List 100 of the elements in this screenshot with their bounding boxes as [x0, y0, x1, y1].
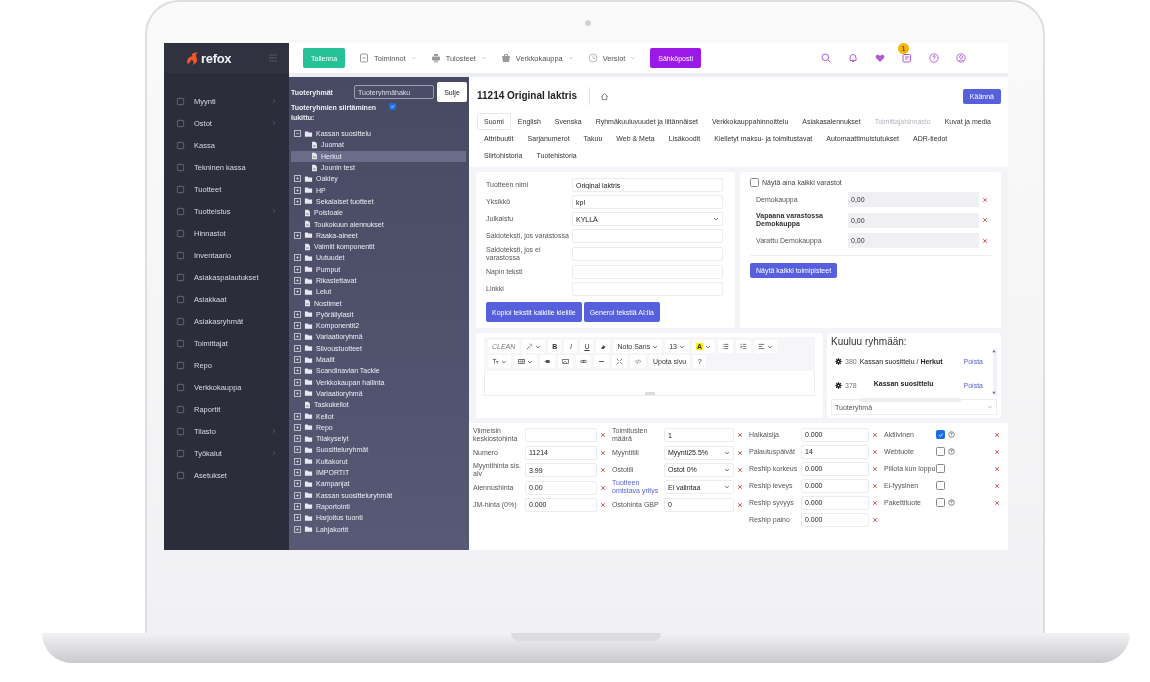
clear-icon[interactable]: [872, 499, 878, 506]
image-button[interactable]: [558, 355, 573, 368]
bullet-list-button[interactable]: [718, 340, 733, 353]
expand-toggle[interactable]: [294, 231, 301, 239]
expand-toggle[interactable]: [294, 333, 301, 341]
plus-icon: [295, 198, 300, 204]
expand-toggle[interactable]: [294, 175, 301, 183]
checkbox[interactable]: [936, 430, 945, 439]
plus-icon: [295, 255, 300, 261]
caret-icon: [724, 449, 730, 456]
expand-toggle[interactable]: [294, 491, 301, 499]
clear-icon[interactable]: [737, 432, 743, 438]
checkbox[interactable]: [936, 481, 945, 490]
expand-toggle[interactable]: [294, 197, 301, 205]
checkbox[interactable]: [750, 178, 759, 187]
link-button[interactable]: [576, 355, 591, 368]
clear-icon[interactable]: [994, 482, 1000, 489]
search-icon[interactable]: [821, 53, 831, 63]
gear-icon[interactable]: [835, 358, 842, 365]
clear-icon[interactable]: [737, 466, 743, 473]
expand-toggle[interactable]: [294, 412, 301, 420]
file-icon: [304, 299, 311, 308]
text-size-dropdown[interactable]: [488, 355, 511, 368]
help-icon[interactable]: [948, 499, 955, 506]
help-icon[interactable]: [948, 431, 955, 438]
home-icon[interactable]: [600, 91, 610, 101]
expand-toggle[interactable]: [294, 457, 301, 465]
expand-toggle[interactable]: [294, 356, 301, 364]
clear-icon[interactable]: [982, 217, 988, 223]
clear-icon[interactable]: [994, 431, 1000, 438]
caret-icon: [724, 484, 730, 490]
expand-toggle[interactable]: [294, 469, 301, 477]
lock-checkbox[interactable]: [389, 103, 396, 110]
clear-icon[interactable]: [994, 499, 1000, 506]
clear-icon[interactable]: [982, 196, 988, 203]
expand-toggle[interactable]: [294, 446, 301, 454]
clear-icon[interactable]: [872, 516, 878, 523]
expand-toggle[interactable]: [294, 288, 301, 296]
link-icon: [580, 358, 587, 365]
checkbox[interactable]: [936, 498, 945, 507]
clear-icon[interactable]: [994, 465, 1000, 472]
heart-icon[interactable]: [875, 53, 885, 63]
checkbox[interactable]: [936, 464, 945, 473]
expand-toggle[interactable]: [294, 389, 301, 397]
expand-toggle[interactable]: [294, 344, 301, 352]
clear-icon[interactable]: [872, 431, 878, 438]
expand-toggle[interactable]: [294, 186, 301, 194]
expand-toggle[interactable]: [294, 322, 301, 330]
square-icon: [176, 250, 185, 260]
notes-icon[interactable]: [902, 53, 912, 63]
clear-icon[interactable]: [737, 484, 743, 490]
fullscreen-button[interactable]: [612, 355, 627, 368]
clear-icon[interactable]: [737, 449, 743, 456]
expand-toggle[interactable]: [294, 310, 301, 318]
code-view-button[interactable]: [630, 355, 646, 368]
clear-icon[interactable]: [600, 501, 606, 508]
gear-icon[interactable]: [835, 381, 842, 389]
expand-toggle[interactable]: [294, 525, 301, 533]
clear-icon[interactable]: [872, 448, 878, 455]
clear-icon[interactable]: [872, 482, 878, 489]
bell-icon[interactable]: [848, 53, 858, 63]
expand-toggle[interactable]: [294, 502, 301, 510]
minus-icon: [295, 131, 300, 137]
expand-toggle[interactable]: [294, 254, 301, 262]
clear-icon[interactable]: [600, 432, 606, 438]
help-icon[interactable]: [929, 53, 939, 63]
video-button[interactable]: [540, 355, 555, 368]
expand-toggle[interactable]: [294, 367, 301, 375]
clear-icon[interactable]: [994, 448, 1000, 455]
caret-icon: [705, 343, 711, 350]
help-icon[interactable]: [948, 448, 955, 455]
expand-toggle[interactable]: [294, 277, 301, 284]
clear-icon[interactable]: [872, 465, 878, 472]
plus-icon: [295, 323, 300, 329]
numbered-list-button[interactable]: [736, 340, 751, 353]
expand-toggle[interactable]: [294, 435, 301, 443]
align-dropdown[interactable]: [754, 340, 777, 353]
plus-icon: [295, 176, 300, 182]
expand-toggle[interactable]: [294, 378, 301, 386]
user-icon[interactable]: [956, 53, 966, 63]
file-icon: [311, 140, 318, 149]
expand-toggle[interactable]: [294, 480, 301, 488]
file-icon: [304, 220, 311, 228]
plus-icon: [295, 413, 300, 419]
expand-toggle[interactable]: [294, 130, 301, 138]
clear-icon[interactable]: [982, 237, 988, 244]
expand-toggle[interactable]: [294, 265, 301, 273]
checkbox[interactable]: [936, 447, 945, 456]
clear-icon[interactable]: [600, 484, 606, 491]
clear-icon[interactable]: [600, 467, 606, 473]
rule-button[interactable]: [594, 355, 609, 368]
expand-toggle[interactable]: [294, 514, 301, 522]
square-icon: [176, 162, 185, 172]
expand-toggle[interactable]: [294, 423, 301, 431]
clear-icon[interactable]: [600, 449, 606, 456]
eraser-button[interactable]: [596, 340, 611, 353]
clear-icon[interactable]: [737, 501, 743, 508]
chevron-icon: [271, 98, 277, 104]
check-icon: [390, 104, 395, 109]
table-dropdown[interactable]: [514, 355, 537, 368]
